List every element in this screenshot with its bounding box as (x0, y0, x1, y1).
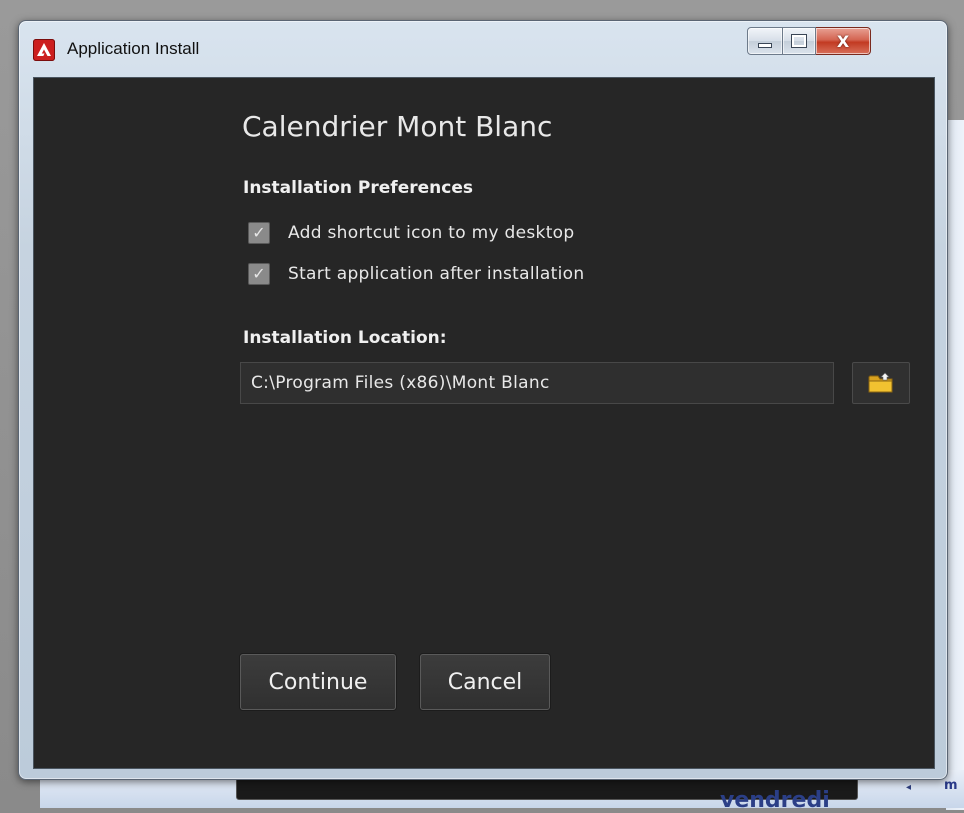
option-start-after-install[interactable]: ✓ Start application after installation (248, 262, 584, 286)
continue-button[interactable]: Continue (240, 654, 396, 710)
location-heading: Installation Location: (243, 328, 447, 348)
close-button[interactable]: X (816, 27, 871, 55)
start-after-install-label: Start application after installation (288, 264, 585, 284)
checkmark-icon: ✓ (252, 264, 266, 283)
option-add-shortcut[interactable]: ✓ Add shortcut icon to my desktop (248, 221, 574, 245)
title-bar[interactable]: Application Install X (19, 21, 947, 77)
install-dialog-window: Application Install X Calendrier Mont Bl… (18, 20, 948, 780)
background-partial-right-text: m (944, 778, 958, 793)
caption-buttons: X (747, 27, 871, 55)
installer-content: Calendrier Mont Blanc Installation Prefe… (33, 77, 935, 769)
background-arrow-icon: ◂ (906, 782, 912, 793)
checkmark-icon: ✓ (252, 223, 266, 242)
add-shortcut-label: Add shortcut icon to my desktop (288, 223, 575, 243)
minimize-button[interactable] (747, 27, 783, 55)
cancel-button[interactable]: Cancel (420, 654, 550, 710)
adobe-air-icon (33, 39, 55, 61)
start-after-install-checkbox[interactable]: ✓ (248, 263, 270, 285)
application-name: Calendrier Mont Blanc (242, 110, 553, 143)
install-location-field[interactable] (240, 362, 834, 404)
preferences-heading: Installation Preferences (243, 178, 473, 198)
maximize-icon (791, 34, 807, 48)
close-icon: X (836, 31, 850, 51)
background-partial-text: vendredi (720, 788, 830, 813)
background-window-pane (946, 120, 964, 810)
add-shortcut-checkbox[interactable]: ✓ (248, 222, 270, 244)
browse-folder-button[interactable] (852, 362, 910, 404)
minimize-icon (758, 42, 772, 48)
folder-icon (868, 372, 893, 393)
window-title: Application Install (67, 39, 200, 58)
maximize-button[interactable] (783, 27, 816, 55)
